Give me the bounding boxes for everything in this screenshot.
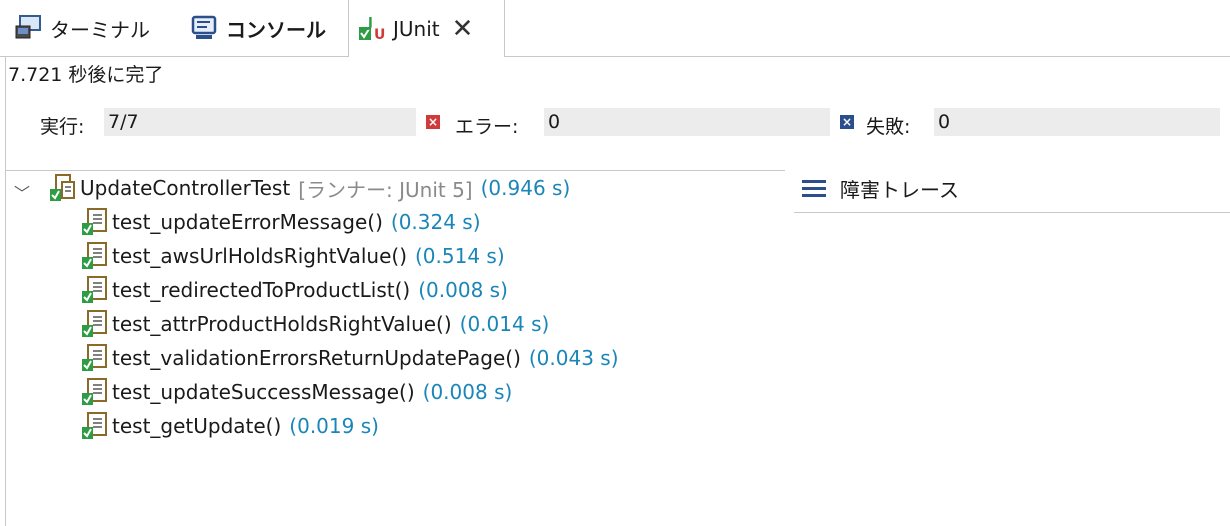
test-pass-icon (80, 241, 108, 271)
chevron-down-icon[interactable]: ﹀ (14, 180, 30, 204)
suite-runner: [ランナー: JUnit 5] (298, 177, 473, 202)
errors-value: 0 (544, 108, 830, 136)
junit-icon: J U (357, 15, 387, 43)
failure-trace-header: 障害トレース (802, 174, 959, 203)
run-status-text: 7.721 秒後に完了 (8, 64, 164, 86)
runs-value: 7/7 (104, 108, 416, 136)
close-icon[interactable]: ✕ (452, 16, 474, 42)
failure-trace-label: 障害トレース (840, 178, 959, 202)
failures-value: 0 (934, 108, 1220, 136)
svg-text:J: J (367, 16, 373, 31)
failures-label: 失敗: (866, 116, 911, 138)
test-name: test_updateErrorMessage() (112, 210, 383, 234)
test-time: (0.019 s) (289, 414, 379, 438)
test-case-row[interactable]: test_awsUrlHoldsRightValue() (0.514 s) (80, 239, 505, 273)
test-suite-pass-icon (48, 173, 76, 203)
tab-junit-label: JUnit (393, 16, 440, 41)
test-pass-icon (80, 309, 108, 339)
console-icon (190, 14, 220, 42)
suite-time: (0.946 s) (480, 176, 571, 200)
failure-trace-divider (794, 212, 1230, 213)
view-tab-bar: ターミナル コンソール J U JUnit ✕ (0, 0, 1230, 57)
test-time: (0.043 s) (528, 346, 619, 370)
test-name: test_awsUrlHoldsRightValue() (112, 244, 407, 268)
test-time: (0.324 s) (390, 210, 481, 234)
test-time: (0.008 s) (418, 278, 508, 302)
runs-label: 実行: (40, 116, 85, 138)
tab-terminal-label: ターミナル (50, 17, 150, 42)
tab-console-label: コンソール (226, 17, 326, 42)
test-pass-icon (80, 377, 108, 407)
test-case-row[interactable]: test_updateSuccessMessage() (0.008 s) (80, 375, 512, 409)
suite-name: UpdateControllerTest (80, 176, 291, 200)
stack-trace-icon (802, 179, 826, 199)
tab-junit[interactable]: J U JUnit ✕ (348, 0, 505, 57)
test-name: test_redirectedToProductList() (112, 278, 411, 302)
test-case-row[interactable]: test_updateErrorMessage() (0.324 s) (80, 205, 481, 239)
test-name: test_attrProductHoldsRightValue() (112, 312, 452, 336)
test-time: (0.008 s) (422, 380, 513, 404)
test-name: test_validationErrorsReturnUpdatePage() (112, 346, 521, 370)
tree-root-suite[interactable]: UpdateControllerTest [ランナー: JUnit 5] (0.… (48, 171, 570, 205)
test-pass-icon (80, 343, 108, 373)
error-icon: × (426, 115, 440, 129)
test-case-row[interactable]: test_getUpdate() (0.019 s) (80, 409, 379, 443)
failure-icon: × (840, 115, 854, 129)
test-pass-icon (80, 411, 108, 441)
panel-left-border (5, 56, 6, 526)
svg-text:U: U (374, 27, 385, 43)
terminal-icon (14, 14, 44, 42)
test-pass-icon (80, 275, 108, 305)
test-case-row[interactable]: test_redirectedToProductList() (0.008 s) (80, 273, 508, 307)
test-pass-icon (80, 207, 108, 237)
errors-label: エラー: (455, 116, 519, 138)
test-time: (0.014 s) (459, 312, 550, 336)
test-time: (0.514 s) (415, 244, 505, 268)
test-case-row[interactable]: test_validationErrorsReturnUpdatePage() (… (80, 341, 619, 375)
tab-console[interactable]: コンソール (190, 0, 326, 56)
test-name: test_updateSuccessMessage() (112, 380, 415, 404)
test-name: test_getUpdate() (112, 414, 282, 438)
test-case-row[interactable]: test_attrProductHoldsRightValue() (0.014 … (80, 307, 549, 341)
tab-terminal[interactable]: ターミナル (14, 0, 150, 56)
